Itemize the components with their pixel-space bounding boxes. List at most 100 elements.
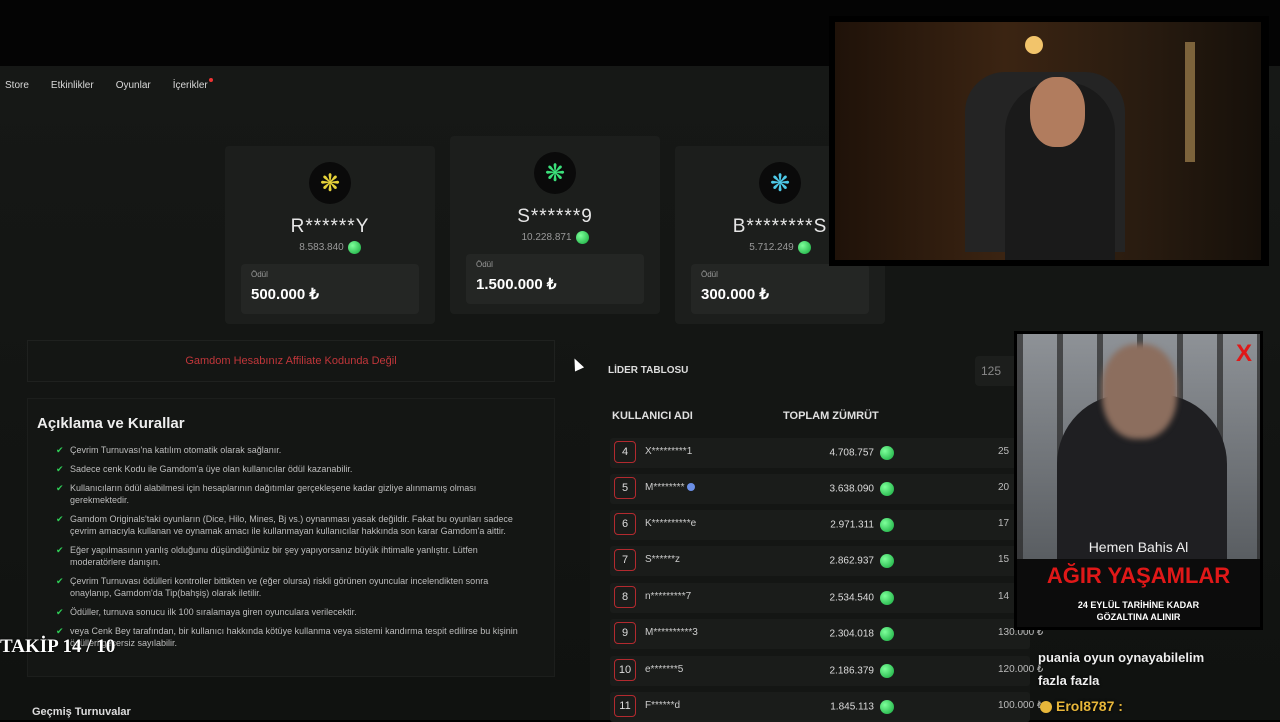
emerald-icon: [347, 241, 361, 254]
check-icon: ✔: [56, 545, 64, 555]
podium-score: 10.228.871: [450, 231, 660, 244]
rule-text: Sadece cenk Kodu ile Gamdom'a üye olan k…: [70, 464, 353, 474]
podium-prize: Ödül 500.000 ₺: [241, 264, 419, 314]
verified-icon: [687, 483, 696, 492]
prize-label: Ödül: [701, 270, 718, 279]
emerald-icon: [880, 591, 894, 605]
leaderboard-row[interactable]: 4 X*********1 4.708.757 25: [610, 438, 1030, 468]
podium-score-value: 10.228.871: [521, 232, 572, 244]
rule-item: ✔ Ödüller, turnuva sonucu ilk 100 sıralam…: [56, 606, 530, 618]
podium-username: R******Y: [290, 216, 370, 237]
rank-badge-icon: ❋: [534, 152, 576, 194]
rank-number: 8: [614, 586, 636, 608]
notification-dot: [208, 78, 213, 82]
row-username: F******d: [645, 700, 681, 711]
ad-subtext: 24 EYLÜL TARİHİNE KADAR GÖZALTINA ALINIR: [1017, 599, 1260, 623]
prize-value: 300.000 ₺: [701, 286, 769, 303]
paw-icon: ❋: [319, 169, 341, 197]
leaderboard-row[interactable]: 9 M**********3 2.304.018 130.000 ₺: [610, 619, 1043, 649]
row-prize: 14: [998, 591, 1010, 602]
streamer-face-shape: [1030, 77, 1085, 147]
emerald-icon: [880, 700, 894, 714]
emerald-icon: [880, 446, 894, 460]
leaderboard-row[interactable]: 8 n*********7 2.534.540 14: [610, 583, 1030, 613]
row-prize: 120.000 ₺: [998, 664, 1044, 675]
check-icon: ✔: [56, 445, 64, 455]
rule-text: Gamdom Originals'taki oyunların (Dice, H…: [70, 514, 513, 536]
row-prize: 25: [998, 446, 1010, 457]
webcam-video: [835, 22, 1261, 260]
row-username-text: M********: [645, 482, 685, 493]
check-icon: ✔: [56, 483, 64, 493]
leaderboard-title: LİDER TABLOSU: [608, 365, 689, 376]
row-username: M********: [645, 482, 696, 493]
nav-icerikler[interactable]: İçerikler: [172, 78, 213, 91]
row-score-value: 2.971.311: [830, 519, 874, 531]
nav-oyunlar[interactable]: Oyunlar: [116, 80, 151, 91]
row-score: 2.971.311: [774, 518, 894, 532]
emerald-icon: [880, 664, 894, 678]
row-username: K**********e: [645, 518, 697, 529]
row-prize: 15: [998, 554, 1010, 565]
lamp-shape: [1025, 36, 1043, 54]
ad-overlay[interactable]: X Hemen Bahis Al AĞIR YAŞAMLAR 24 EYLÜL …: [1014, 331, 1263, 630]
nav-etkinlikler[interactable]: Etkinlikler: [51, 80, 94, 91]
nav-store[interactable]: Store: [5, 80, 29, 91]
light-shape: [1185, 42, 1195, 162]
podium-second: ❋ R******Y 8.583.840 Ödül 500.000 ₺: [225, 146, 435, 324]
podium-username: S******9: [517, 206, 593, 227]
prize-value: 1.500.000 ₺: [476, 276, 557, 293]
check-icon: ✔: [56, 514, 64, 524]
row-score-value: 1.845.113: [830, 701, 874, 713]
affiliate-warning[interactable]: Gamdom Hesabınız Affiliate Kodunda Değil: [27, 340, 555, 382]
ad-cta: Hemen Bahis Al: [1088, 539, 1189, 555]
close-icon[interactable]: X: [1236, 340, 1252, 368]
row-score-value: 2.186.379: [829, 665, 875, 677]
follow-counter: TAKİP 14 / 10: [0, 636, 116, 657]
check-icon: ✔: [56, 576, 64, 586]
ad-person-head-shape: [1102, 344, 1177, 439]
check-icon: ✔: [56, 464, 64, 474]
rank-number: 5: [614, 477, 636, 499]
podium-score: 8.583.840: [225, 241, 435, 254]
leaderboard-row[interactable]: 11 F******d 1.845.113 100.000 ₺: [610, 692, 1043, 722]
row-username: S******z: [645, 554, 681, 565]
rule-item: ✔ Eğer yapılmasının yanlış olduğunu düşün…: [56, 544, 530, 568]
rules-list: ✔ Çevrim Turnuvası'na katılım otomatik ol…: [56, 444, 530, 656]
paw-icon: ❋: [544, 159, 566, 187]
row-score-value: 2.534.540: [829, 592, 875, 604]
leaderboard-row[interactable]: 6 K**********e 2.971.311 17: [610, 510, 1030, 540]
rule-text: veya Cenk Bey tarafından, bir kullanıcı …: [70, 626, 518, 648]
leaderboard-row[interactable]: 5 M******** 3.638.090 20: [610, 474, 1030, 504]
podium-score-value: 8.583.840: [299, 242, 344, 254]
chat-username-text: Erol8787 :: [1056, 698, 1123, 714]
rule-text: Çevrim Turnuvası'na katılım otomatik ola…: [70, 445, 282, 455]
leaderboard: LİDER TABLOSU 125 KULLANICI ADI TOPLAM Z…: [590, 340, 1043, 722]
col-header-user: KULLANICI ADI: [612, 410, 693, 422]
rank-number: 4: [614, 441, 636, 463]
podium-first: ❋ S******9 10.228.871 Ödül 1.500.000 ₺: [450, 136, 660, 314]
chat-username: Erol8787 :: [1040, 698, 1123, 714]
row-username: n*********7: [645, 591, 692, 602]
rule-text: Kullanıcıların ödül alabilmesi için hesa…: [70, 483, 477, 505]
ad-headline: AĞIR YAŞAMLAR: [1046, 563, 1231, 588]
row-prize: 100.000 ₺: [998, 700, 1044, 711]
emerald-icon: [880, 518, 894, 532]
leaderboard-row[interactable]: 7 S******z 2.862.937 15: [610, 546, 1030, 576]
past-tournaments-heading: Geçmiş Turnuvalar: [32, 706, 131, 718]
row-score: 2.186.379: [774, 664, 894, 678]
rule-item: ✔ Çevrim Turnuvası ödülleri kontroller bi…: [56, 575, 530, 599]
row-score: 1.845.113: [774, 700, 894, 714]
nav-icerikler-label: İçerikler: [172, 80, 208, 91]
rule-text: Ödüller, turnuva sonucu ilk 100 sıralama…: [70, 607, 357, 617]
row-username: M**********3: [645, 627, 698, 638]
paw-icon: ❋: [769, 169, 791, 197]
leaderboard-row[interactable]: 10 e*******5 2.186.379 120.000 ₺: [610, 656, 1043, 686]
main-nav: Store Etkinlikler Oyunlar İçerikler: [5, 78, 213, 91]
emerald-icon: [880, 554, 894, 568]
chat-line: puania oyun oynayabilelim: [1038, 650, 1205, 665]
ad-subtext-line1: 24 EYLÜL TARİHİNE KADAR: [1077, 600, 1200, 610]
emerald-icon: [797, 241, 811, 254]
row-score-value: 2.304.018: [829, 628, 875, 640]
emerald-icon: [575, 231, 589, 244]
